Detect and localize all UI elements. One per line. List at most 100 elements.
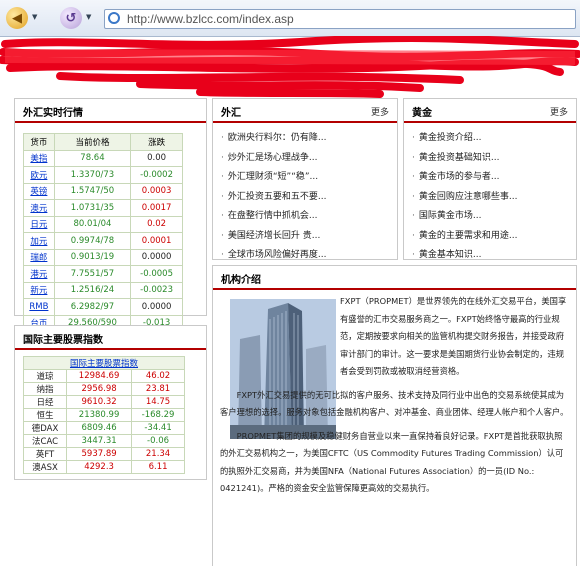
stocks-panel-title: 国际主要股票指数: [23, 335, 103, 346]
forex-news-item[interactable]: 外汇理财须“短”“稳”...: [221, 168, 397, 188]
currency-price: 7.7551/57: [53, 265, 132, 283]
stock-row: 德DAX 6809.46 -34.41: [22, 421, 185, 435]
forex-news-item[interactable]: 美国经济增长回升 贵...: [221, 227, 397, 247]
forex-row: 澳元 1.0731/35 0.0017: [23, 199, 183, 217]
forex-news-more-link[interactable]: 更多: [371, 105, 389, 118]
stock-row: 纳指 2956.98 23.81: [22, 382, 185, 396]
index-value: 2956.98: [66, 382, 133, 396]
currency-price: 78.64: [53, 149, 132, 167]
currency-link[interactable]: 瑞郎: [23, 248, 55, 266]
index-change: 46.02: [131, 369, 185, 383]
currency-link[interactable]: 加元: [23, 232, 55, 250]
index-name: 道琼: [22, 369, 68, 383]
stock-row: 日经 9610.32 14.75: [22, 395, 185, 409]
index-value: 9610.32: [66, 395, 133, 409]
currency-price: 1.0731/35: [53, 199, 132, 217]
forex-news-item[interactable]: 全球市场风险偏好再度...: [221, 246, 397, 266]
forex-row: 欧元 1.3370/73 -0.0002: [23, 166, 183, 184]
index-name: 恒生: [22, 408, 68, 422]
gold-news-item[interactable]: 黄金投资基础知识...: [412, 149, 576, 169]
currency-change: 0.0003: [130, 182, 183, 200]
currency-link[interactable]: 港元: [23, 265, 55, 283]
about-paragraph-2: FXPT外汇交易提供的无可比拟的客户服务、技术支持及同行业中出色的交易系统使其成…: [220, 389, 569, 418]
col-change: 涨跌: [130, 133, 183, 151]
currency-change: -0.0005: [130, 265, 183, 283]
index-name: 澳ASX: [22, 460, 68, 474]
gold-news-item[interactable]: 黄金基本知识...: [412, 246, 576, 266]
redaction-scribble: [0, 36, 580, 98]
index-value: 6809.46: [66, 421, 133, 435]
currency-change: 0.02: [130, 215, 183, 233]
gold-panel-header: 黄金 更多: [404, 99, 576, 123]
forex-news-title: 外汇: [221, 108, 241, 119]
stock-row: 法CAC 3447.31 -0.06: [22, 434, 185, 448]
gold-news-item[interactable]: 黄金的主要需求和用途...: [412, 227, 576, 247]
about-text: FXPT（PROPMET）是世界领先的在线外汇交易平台，美国享有盛誉的汇市交易服…: [220, 293, 570, 504]
globe-icon: [108, 12, 120, 24]
stocks-table: 国际主要股票指数 道琼 12984.69 46.02 纳指 2956.98 23.81 日经…: [22, 356, 185, 474]
gold-news-item[interactable]: 国际黄金市场...: [412, 207, 576, 227]
forex-news-item[interactable]: 外汇投资五要和五不要...: [221, 188, 397, 208]
currency-price: 6.2982/97: [53, 298, 132, 316]
forex-news-item[interactable]: 在盘整行情中抓机会...: [221, 207, 397, 227]
index-value: 21380.99: [66, 408, 133, 422]
index-value: 5937.89: [66, 447, 133, 461]
currency-link[interactable]: 欧元: [23, 166, 55, 184]
back-dropdown-icon[interactable]: ▼: [32, 13, 37, 21]
currency-link[interactable]: 英镑: [23, 182, 55, 200]
forex-news-item[interactable]: 欧洲央行料尔：仍有降...: [221, 129, 397, 149]
stocks-panel-header: 国际主要股票指数: [15, 326, 206, 350]
forex-news-item[interactable]: 炒外汇是场心理战争...: [221, 149, 397, 169]
currency-change: -0.0023: [130, 281, 183, 299]
index-change: 14.75: [131, 395, 185, 409]
forex-row: 港元 7.7551/57 -0.0005: [23, 265, 183, 283]
forex-row: RMB 6.2982/97 0.0000: [23, 298, 183, 316]
currency-change: 0.0017: [130, 199, 183, 217]
currency-link[interactable]: 新元: [23, 281, 55, 299]
currency-link[interactable]: RMB: [23, 298, 55, 316]
currency-change: 0.0000: [130, 248, 183, 266]
index-change: 21.34: [131, 447, 185, 461]
forex-panel-header: 外汇实时行情: [15, 99, 206, 123]
currency-link[interactable]: 美指: [23, 149, 55, 167]
forex-news-panel: 外汇 更多 欧洲央行料尔：仍有降...炒外汇是场心理战争...外汇理财须“短”“…: [212, 98, 398, 260]
stocks-table-header-link[interactable]: 国际主要股票指数: [23, 356, 185, 370]
gold-panel: 黄金 更多 黄金投资介绍...黄金投资基础知识...黄金市场的参与者...黄金回…: [403, 98, 577, 260]
forex-row: 新元 1.2516/24 -0.0023: [23, 281, 183, 299]
stocks-panel: 国际主要股票指数 国际主要股票指数 道琼 12984.69 46.02 纳指 2956.…: [14, 325, 207, 480]
currency-change: 0.00: [130, 149, 183, 167]
url-text: http://www.bzlcc.com/index.asp: [127, 12, 294, 26]
refresh-button[interactable]: ↺: [60, 7, 82, 29]
stock-row: 道琼 12984.69 46.02: [22, 369, 185, 383]
currency-price: 1.5747/50: [53, 182, 132, 200]
forex-row: 英镑 1.5747/50 0.0003: [23, 182, 183, 200]
gold-news-item[interactable]: 黄金投资介绍...: [412, 129, 576, 149]
refresh-icon: ↺: [65, 10, 77, 26]
forex-row: 加元 0.9974/78 0.0001: [23, 232, 183, 250]
back-arrow-icon: ◀: [12, 10, 22, 26]
col-price: 当前价格: [53, 133, 132, 151]
about-panel-header: 机构介绍: [213, 266, 576, 290]
forex-row: 瑞郎 0.9013/19 0.0000: [23, 248, 183, 266]
index-name: 法CAC: [22, 434, 68, 448]
browser-toolbar: ◀ ▼ ↺ ▼ http://www.bzlcc.com/index.asp: [0, 0, 580, 37]
currency-price: 1.2516/24: [53, 281, 132, 299]
stock-row: 恒生 21380.99 -168.29: [22, 408, 185, 422]
index-change: -34.41: [131, 421, 185, 435]
currency-price: 0.9974/78: [53, 232, 132, 250]
back-button[interactable]: ◀: [6, 7, 28, 29]
stock-row: 澳ASX 4292.3 6.11: [22, 460, 185, 474]
stock-row: 英FT 5937.89 21.34: [22, 447, 185, 461]
index-name: 德DAX: [22, 421, 68, 435]
gold-more-link[interactable]: 更多: [550, 105, 568, 118]
gold-news-item[interactable]: 黄金回购应注意哪些事...: [412, 188, 576, 208]
currency-change: -0.0002: [130, 166, 183, 184]
currency-link[interactable]: 澳元: [23, 199, 55, 217]
currency-link[interactable]: 日元: [23, 215, 55, 233]
forward-dropdown-icon[interactable]: ▼: [86, 13, 91, 21]
index-change: -0.06: [131, 434, 185, 448]
about-paragraph-1: FXPT（PROPMET）是世界领先的在线外汇交易平台，美国享有盛誉的汇市交易服…: [340, 296, 567, 376]
address-bar[interactable]: http://www.bzlcc.com/index.asp: [104, 9, 576, 29]
gold-news-item[interactable]: 黄金市场的参与者...: [412, 168, 576, 188]
index-value: 3447.31: [66, 434, 133, 448]
